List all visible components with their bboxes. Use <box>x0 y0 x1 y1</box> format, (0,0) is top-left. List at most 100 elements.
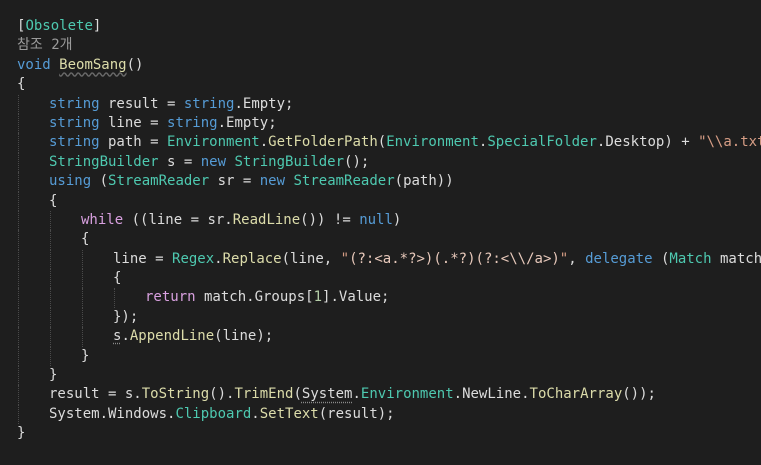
code-token: string <box>49 95 100 112</box>
indent-guide <box>18 113 19 134</box>
code-token: . <box>121 328 130 345</box>
code-line: { <box>17 269 761 289</box>
code-token: match.Groups[ <box>195 289 314 306</box>
code-token: "\\a.txt" <box>698 134 761 151</box>
code-token: } <box>81 347 90 364</box>
code-token: using <box>49 173 92 190</box>
code-token: ( <box>652 250 670 267</box>
code-token: . <box>234 95 243 112</box>
code-token: 참조 2개 <box>17 37 73 54</box>
indent-guide <box>18 346 19 367</box>
code-token: () <box>126 56 144 73</box>
code-token: result = <box>99 95 184 112</box>
code-token: Clipboard <box>175 405 252 422</box>
code-token: AppendLine <box>129 328 215 345</box>
code-line: string result = string.Empty; <box>17 94 761 114</box>
code-token: . <box>352 386 361 403</box>
code-token: ].Value; <box>322 289 390 306</box>
code-token: Obsolete <box>25 18 93 34</box>
code-token: ; <box>268 114 277 131</box>
code-token: BeomSang <box>59 56 127 73</box>
code-token: ()); <box>622 386 656 403</box>
indent-guide <box>18 152 19 173</box>
code-token: StringBuilder <box>234 153 345 170</box>
code-line: } <box>17 346 761 367</box>
code-token: GetFolderPath <box>268 134 378 151</box>
indent-guide <box>50 327 51 347</box>
indent-guide <box>18 133 19 153</box>
code-token: .Desktop) + <box>596 134 699 151</box>
indent-guide <box>18 404 19 425</box>
code-token: (?:<a.*?>)(.*?)(?:<\\/a>) <box>349 250 560 267</box>
code-line: [Obsolete] <box>17 17 761 36</box>
code-line: } <box>17 424 761 443</box>
code-token: line = <box>113 250 173 267</box>
indent-guide <box>18 230 19 250</box>
indent-guide <box>18 210 19 231</box>
code-token: }); <box>113 308 139 325</box>
code-token: ( <box>293 386 302 403</box>
code-line: { <box>17 75 761 94</box>
code-token: System <box>301 386 353 403</box>
indent-guide <box>50 346 51 367</box>
code-token: Environment <box>386 134 479 151</box>
code-line: void BeomSang() <box>17 56 761 75</box>
indent-guide <box>50 307 51 328</box>
indent-guide <box>82 327 83 347</box>
code-line: using (StreamReader sr = new StreamReade… <box>17 172 761 192</box>
code-line: string line = string.Empty; <box>17 113 761 134</box>
code-token: s = <box>158 153 201 170</box>
code-token: (). <box>209 386 235 403</box>
code-line: 참조 2개 <box>17 36 761 55</box>
code-token: ( <box>91 173 109 190</box>
indent-guide <box>50 288 51 308</box>
code-line: StringBuilder s = new StringBuilder(); <box>17 152 761 173</box>
code-token: SetText <box>259 405 319 422</box>
code-token: match) <box>719 250 761 267</box>
code-token: Match <box>669 250 712 267</box>
code-token: (); <box>344 153 370 170</box>
code-line: }); <box>17 307 761 328</box>
code-token: (result); <box>318 405 395 422</box>
indent-guide <box>82 307 83 328</box>
code-editor[interactable]: [Obsolete] 참조 2개 void BeomSang(){string re… <box>17 17 761 444</box>
indent-guide <box>82 249 83 270</box>
code-token: result = s. <box>49 386 142 403</box>
code-token: ) <box>392 211 402 228</box>
code-token: null <box>359 211 393 228</box>
code-token: ReadLine <box>232 211 301 228</box>
code-line: string path = Environment.GetFolderPath(… <box>17 133 761 153</box>
code-token: NewLine <box>462 386 522 403</box>
code-token: while <box>81 211 124 228</box>
code-line: s.AppendLine(line); <box>17 327 761 347</box>
code-token: Empty <box>242 95 286 112</box>
code-token: ] <box>92 18 102 34</box>
code-token: new <box>259 173 286 190</box>
code-token: void <box>17 56 51 73</box>
code-token: new <box>200 153 227 170</box>
code-token: return <box>145 289 196 306</box>
code-token: { <box>17 76 26 93</box>
indent-guide <box>50 249 51 270</box>
code-token: string <box>167 114 218 131</box>
code-token: ()) != <box>300 211 360 228</box>
code-token: StreamReader <box>108 173 210 190</box>
code-line: result = s.ToString().TrimEnd(System.Env… <box>17 385 761 405</box>
code-token: { <box>49 192 58 209</box>
code-token: . <box>217 114 227 131</box>
code-token: string <box>49 134 100 151</box>
code-token: . <box>214 250 223 267</box>
indent-guide <box>18 94 19 114</box>
code-token: (path)) <box>394 173 454 190</box>
code-line: while ((line = sr.ReadLine()) != null) <box>17 210 761 231</box>
code-token: ( <box>377 134 387 151</box>
code-token: 1 <box>313 289 323 306</box>
code-token: ToCharArray <box>529 386 623 403</box>
indent-guide <box>18 288 19 308</box>
code-token: . <box>521 386 530 403</box>
indent-guide <box>18 249 19 270</box>
indent-guide <box>82 288 83 308</box>
code-token: ; <box>285 95 294 112</box>
code-token: " <box>559 250 569 267</box>
